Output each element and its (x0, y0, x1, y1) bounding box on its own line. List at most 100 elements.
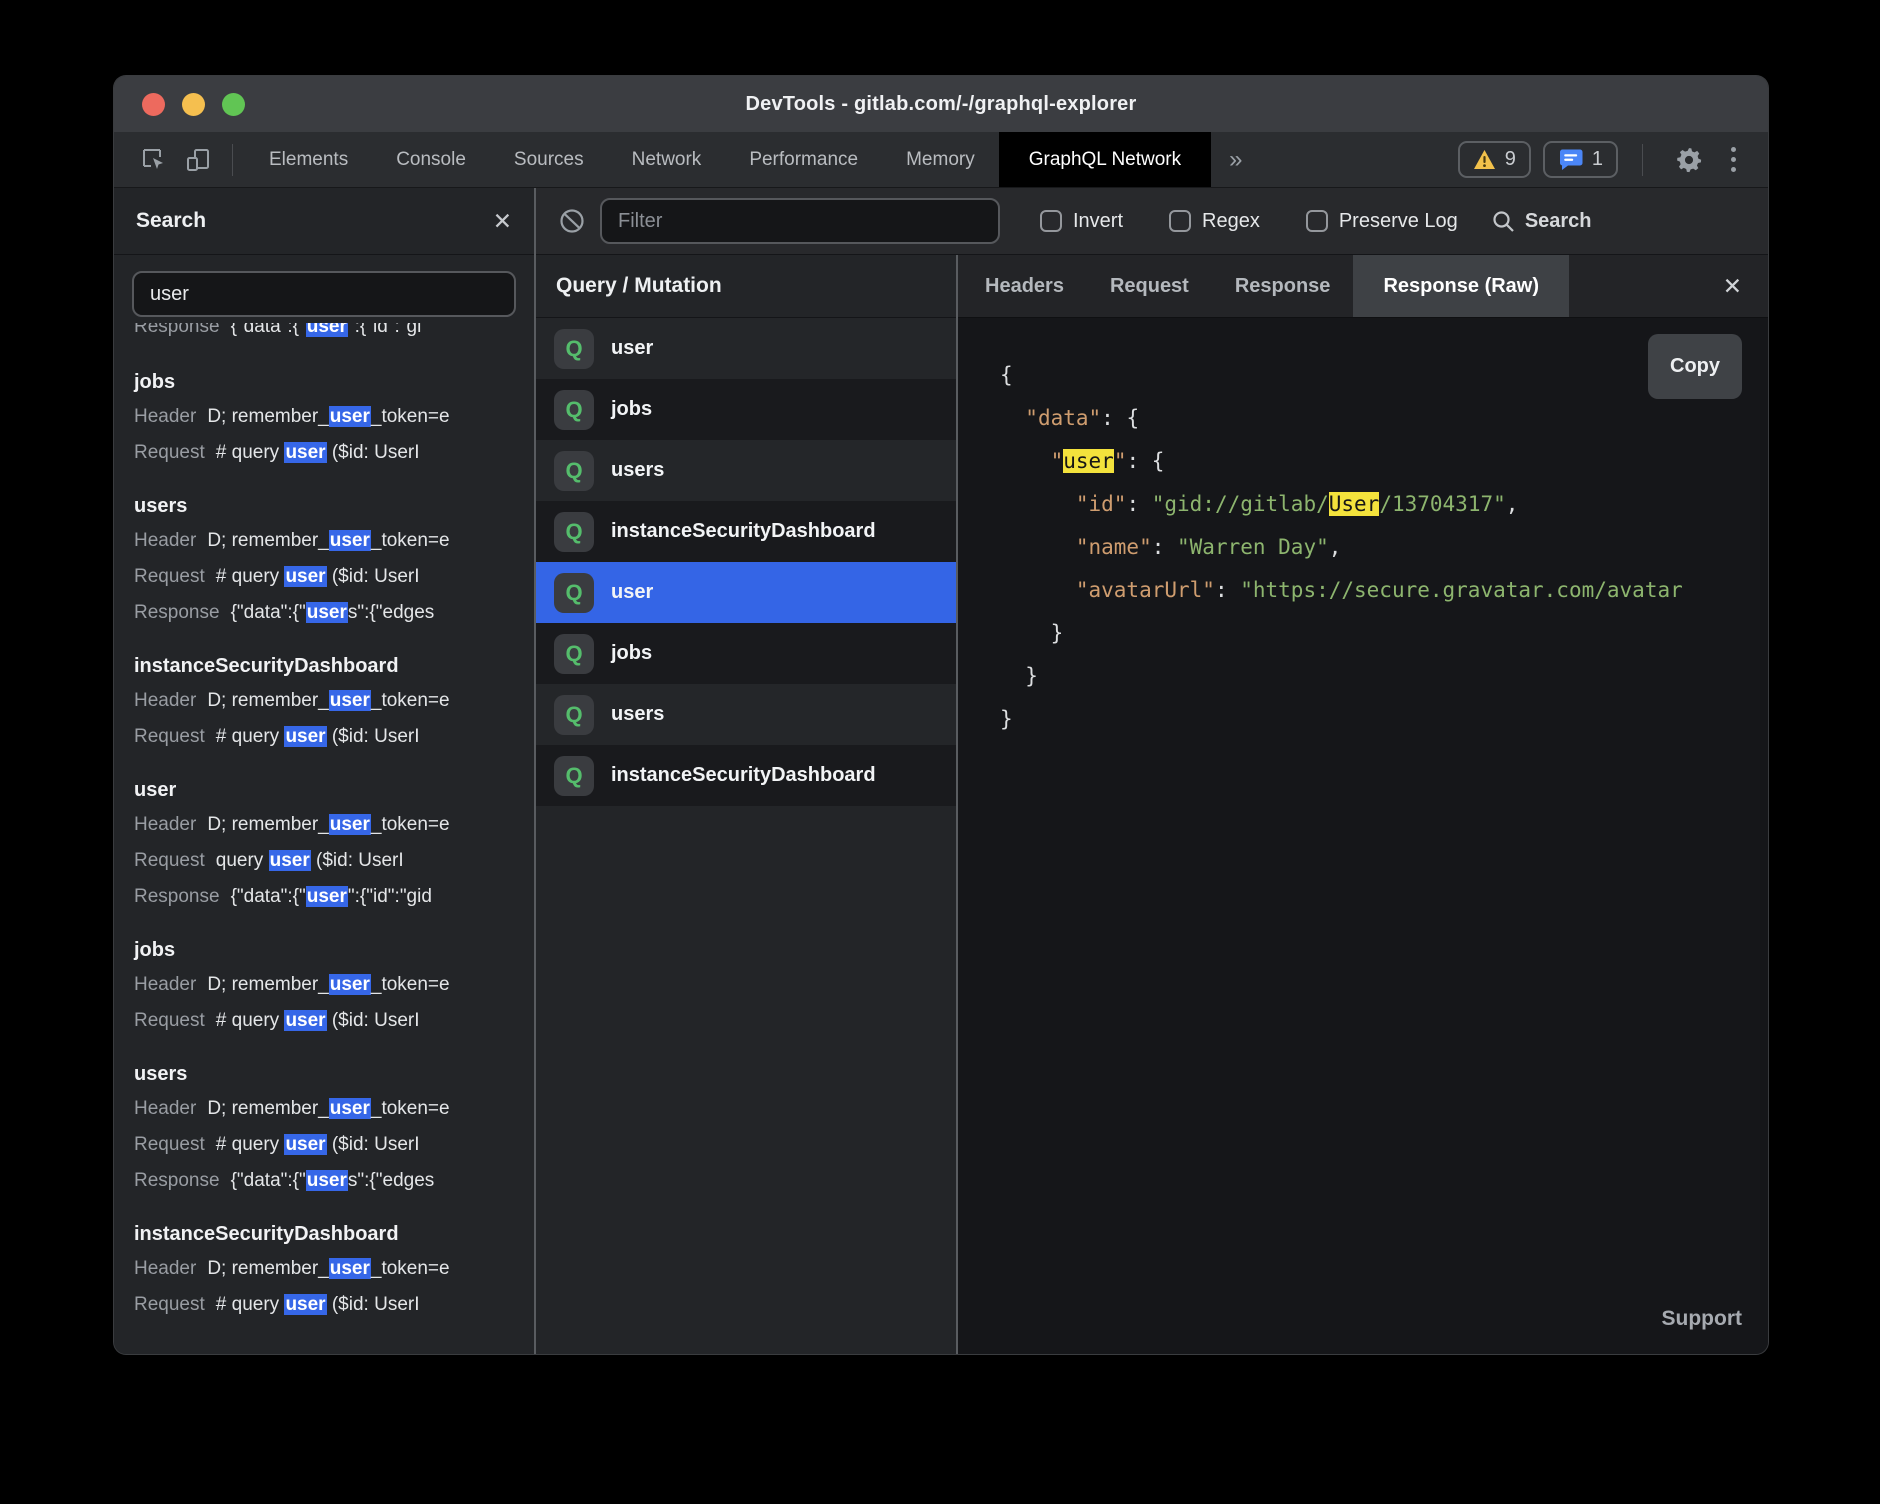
checkbox-invert[interactable]: Invert (1040, 210, 1123, 233)
result-line[interactable]: HeaderD; remember_user_token=e (134, 1091, 514, 1127)
result-line[interactable]: HeaderD; remember_user_token=e (134, 523, 514, 559)
result-line[interactable]: Response{"data":{"user":{"id":"gi (134, 323, 514, 345)
query-list-item[interactable]: Quser (536, 318, 956, 379)
device-toolbar-icon[interactable] (183, 145, 213, 175)
checkbox-box[interactable] (1306, 210, 1328, 232)
tabbar-right-cluster: 9 1 (1458, 141, 1744, 178)
json-token: "gid://gitlab/ (1152, 492, 1329, 516)
json-token: { (1000, 363, 1013, 387)
query-type-icon: Q (554, 512, 594, 552)
result-group-title[interactable]: jobs (134, 933, 514, 967)
json-token: } (1000, 621, 1063, 645)
checkbox-box[interactable] (1040, 210, 1062, 232)
query-mutation-header: Query / Mutation (536, 255, 956, 318)
result-text: # query (216, 442, 285, 463)
search-panel-close-icon[interactable]: ✕ (493, 210, 512, 233)
issues-badge[interactable]: 1 (1543, 141, 1618, 178)
query-list-item[interactable]: Qjobs (536, 623, 956, 684)
result-line[interactable]: Request# query user ($id: UserI (134, 1287, 514, 1323)
warning-icon (1473, 149, 1496, 170)
query-list-item[interactable]: Qusers (536, 684, 956, 745)
result-text: s":{"edges (348, 602, 434, 623)
query-list-item[interactable]: Qusers (536, 440, 956, 501)
traffic-lights (142, 76, 245, 132)
query-type-icon: Q (554, 695, 594, 735)
search-panel-header: Search ✕ (114, 188, 534, 255)
tab-sources[interactable]: Sources (490, 132, 608, 187)
more-tabs-chevron[interactable]: » (1211, 146, 1260, 174)
search-input[interactable] (132, 271, 516, 317)
result-line-label: Request (134, 442, 205, 463)
tab-network[interactable]: Network (608, 132, 726, 187)
result-line[interactable]: HeaderD; remember_user_token=e (134, 683, 514, 719)
support-link[interactable]: Support (1662, 1297, 1742, 1340)
result-group-title[interactable]: instanceSecurityDashboard (134, 1217, 514, 1251)
clear-icon[interactable] (558, 207, 586, 235)
result-line[interactable]: HeaderD; remember_user_token=e (134, 967, 514, 1003)
window-title: DevTools - gitlab.com/-/graphql-explorer (745, 93, 1136, 116)
result-line[interactable]: HeaderD; remember_user_token=e (134, 1251, 514, 1287)
result-line-label: Response (134, 1170, 220, 1191)
close-window-button[interactable] (142, 93, 165, 116)
result-group-title[interactable]: user (134, 773, 514, 807)
warnings-badge[interactable]: 9 (1458, 141, 1531, 178)
tab-memory[interactable]: Memory (882, 132, 999, 187)
json-token (1000, 406, 1025, 430)
result-line[interactable]: HeaderD; remember_user_token=e (134, 807, 514, 843)
result-line[interactable]: Response{"data":{"users":{"edges (134, 1163, 514, 1199)
json-token: } (1000, 707, 1013, 731)
devtools-window: DevTools - gitlab.com/-/graphql-explorer… (114, 76, 1768, 1354)
response-tab-response-raw[interactable]: Response (Raw) (1353, 255, 1569, 317)
more-options-kebab-icon[interactable] (1723, 147, 1744, 172)
tab-console[interactable]: Console (372, 132, 490, 187)
response-tab-response[interactable]: Response (1212, 255, 1354, 317)
settings-gear-icon[interactable] (1674, 145, 1704, 175)
filter-search[interactable]: Search (1492, 210, 1592, 233)
result-text: # query (216, 566, 285, 587)
response-tab-headers[interactable]: Headers (962, 255, 1087, 317)
result-group-title[interactable]: users (134, 489, 514, 523)
query-list-item-label: instanceSecurityDashboard (611, 520, 876, 543)
result-line[interactable]: Request# query user ($id: UserI (134, 1127, 514, 1163)
result-line[interactable]: Request# query user ($id: UserI (134, 719, 514, 755)
query-list-item[interactable]: QinstanceSecurityDashboard (536, 745, 956, 806)
copy-button[interactable]: Copy (1648, 334, 1742, 399)
json-line: "user": { (1000, 440, 1768, 483)
query-mutation-title: Query / Mutation (556, 274, 722, 298)
checkbox-box[interactable] (1169, 210, 1191, 232)
result-line[interactable]: Response{"data":{"users":{"edges (134, 595, 514, 631)
response-tab-request[interactable]: Request (1087, 255, 1212, 317)
result-group-title[interactable]: users (134, 1057, 514, 1091)
query-list-item[interactable]: Quser (536, 562, 956, 623)
result-text: _token=e (371, 530, 450, 551)
result-group-title[interactable]: instanceSecurityDashboard (134, 649, 514, 683)
result-text: ":{"id":"gid (348, 886, 432, 907)
result-line[interactable]: Request# query user ($id: UserI (134, 1003, 514, 1039)
result-line[interactable]: Response{"data":{"user":{"id":"gid (134, 879, 514, 915)
result-text: ($id: UserI (327, 442, 420, 463)
tab-elements[interactable]: Elements (245, 132, 372, 187)
result-line[interactable]: Request# query user ($id: UserI (134, 435, 514, 471)
json-token: , (1329, 535, 1342, 559)
result-text: # query (216, 1134, 285, 1155)
response-panel-close-icon[interactable]: ✕ (1723, 275, 1742, 298)
minimize-window-button[interactable] (182, 93, 205, 116)
maximize-window-button[interactable] (222, 93, 245, 116)
result-line[interactable]: HeaderD; remember_user_token=e (134, 399, 514, 435)
checkbox-preserve-log[interactable]: Preserve Log (1306, 210, 1458, 233)
query-type-icon: Q (554, 329, 594, 369)
inspect-element-icon[interactable] (139, 145, 169, 175)
tab-performance[interactable]: Performance (725, 132, 882, 187)
tab-graphql-network[interactable]: GraphQL Network (999, 132, 1211, 187)
query-list-item[interactable]: Qjobs (536, 379, 956, 440)
checkbox-regex[interactable]: Regex (1169, 210, 1260, 233)
search-panel: Search ✕ Response{"data":{"user":{"id":"… (114, 188, 534, 1354)
result-group-title[interactable]: jobs (134, 365, 514, 399)
filter-input[interactable] (600, 198, 1000, 244)
result-line[interactable]: Request# query user ($id: UserI (134, 559, 514, 595)
search-match-highlight: user (329, 1098, 371, 1119)
json-token: " (1114, 449, 1127, 473)
query-list-item-label: users (611, 703, 664, 726)
result-line[interactable]: Requestquery user ($id: UserI (134, 843, 514, 879)
query-list-item[interactable]: QinstanceSecurityDashboard (536, 501, 956, 562)
